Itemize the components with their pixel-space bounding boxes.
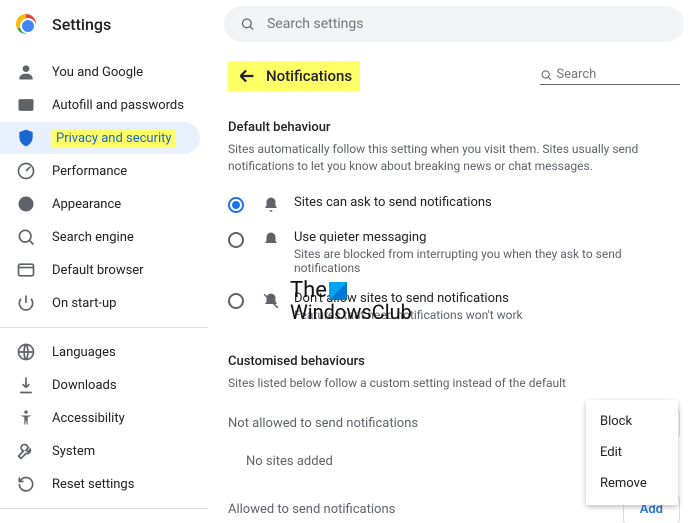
sidebar-item-languages[interactable]: Languages bbox=[0, 336, 200, 368]
wrench-icon bbox=[16, 441, 36, 461]
sidebar-item-startup[interactable]: On start-up bbox=[0, 287, 200, 319]
sidebar-item-you-and-google[interactable]: You and Google bbox=[0, 56, 200, 88]
site-actions-menu: Block Edit Remove bbox=[586, 400, 678, 505]
radio-icon[interactable] bbox=[228, 232, 244, 248]
accessibility-icon bbox=[16, 408, 36, 428]
download-icon bbox=[16, 375, 36, 395]
not-allowed-label: Not allowed to send notifications bbox=[228, 416, 623, 431]
allowed-label: Allowed to send notifications bbox=[228, 502, 623, 517]
menu-remove[interactable]: Remove bbox=[586, 468, 678, 499]
section-heading: Customised behaviours bbox=[228, 354, 680, 369]
performance-icon bbox=[16, 161, 36, 181]
section-desc: Sites automatically follow this setting … bbox=[228, 141, 680, 175]
power-icon bbox=[16, 293, 36, 313]
page-title: Notifications bbox=[266, 67, 352, 85]
radio-option-quieter[interactable]: Use quieter messaging Sites are blocked f… bbox=[228, 222, 680, 283]
bell-icon bbox=[262, 196, 280, 214]
radio-label: Sites can ask to send notifications bbox=[294, 195, 492, 210]
menu-block[interactable]: Block bbox=[586, 406, 678, 437]
sidebar-label: Search engine bbox=[52, 230, 134, 245]
browser-icon bbox=[16, 260, 36, 280]
sidebar: You and Google Autofill and passwords Pr… bbox=[0, 48, 208, 523]
radio-icon[interactable] bbox=[228, 293, 244, 309]
back-button[interactable] bbox=[236, 65, 258, 87]
appearance-icon bbox=[16, 194, 36, 214]
main-content: Notifications Default behaviour Sites au… bbox=[208, 48, 700, 523]
sidebar-label: Appearance bbox=[52, 197, 121, 212]
radio-desc: Sites are blocked from interrupting you … bbox=[294, 247, 680, 275]
sidebar-label: Performance bbox=[52, 164, 127, 179]
settings-search-input[interactable] bbox=[267, 16, 668, 32]
top-search-input[interactable] bbox=[556, 67, 680, 82]
page-header: Notifications bbox=[228, 56, 680, 96]
radio-label: Use quieter messaging bbox=[294, 230, 680, 245]
reset-icon bbox=[16, 474, 36, 494]
sidebar-label: Default browser bbox=[52, 263, 144, 278]
sidebar-label: Privacy and security bbox=[52, 129, 176, 148]
sidebar-label: Reset settings bbox=[52, 477, 134, 492]
settings-title: Settings bbox=[52, 15, 111, 34]
sidebar-separator bbox=[0, 327, 208, 328]
sidebar-item-downloads[interactable]: Downloads bbox=[0, 369, 200, 401]
sidebar-item-accessibility[interactable]: Accessibility bbox=[0, 402, 200, 434]
shield-icon bbox=[16, 128, 36, 148]
section-desc: Sites listed below follow a custom setti… bbox=[228, 375, 680, 392]
search-icon bbox=[240, 16, 255, 32]
chrome-logo-icon bbox=[16, 14, 36, 34]
radio-option-block[interactable]: Don't allow sites to send notifications F… bbox=[228, 283, 680, 330]
sidebar-item-performance[interactable]: Performance bbox=[0, 155, 200, 187]
sidebar-item-search-engine[interactable]: Search engine bbox=[0, 221, 200, 253]
sidebar-label: System bbox=[52, 444, 95, 459]
sidebar-label: On start-up bbox=[52, 296, 116, 311]
sidebar-label: Accessibility bbox=[52, 411, 125, 426]
sidebar-separator bbox=[0, 508, 208, 509]
bell-quiet-icon bbox=[262, 231, 280, 249]
radio-desc: Features that need notifications won't w… bbox=[294, 308, 523, 322]
menu-edit[interactable]: Edit bbox=[586, 437, 678, 468]
radio-option-ask[interactable]: Sites can ask to send notifications bbox=[228, 187, 680, 222]
globe-icon bbox=[16, 342, 36, 362]
sidebar-label: You and Google bbox=[52, 65, 143, 80]
search-engine-icon bbox=[16, 227, 36, 247]
settings-search[interactable] bbox=[224, 6, 684, 42]
top-search[interactable] bbox=[540, 67, 680, 85]
sidebar-label: Autofill and passwords bbox=[52, 98, 184, 113]
person-icon bbox=[16, 62, 36, 82]
sidebar-label: Downloads bbox=[52, 378, 117, 393]
sidebar-item-default-browser[interactable]: Default browser bbox=[0, 254, 200, 286]
radio-icon[interactable] bbox=[228, 197, 244, 213]
bell-off-icon bbox=[262, 292, 280, 310]
sidebar-item-system[interactable]: System bbox=[0, 435, 200, 467]
sidebar-item-autofill[interactable]: Autofill and passwords bbox=[0, 89, 200, 121]
sidebar-item-reset[interactable]: Reset settings bbox=[0, 468, 200, 500]
top-bar: Settings bbox=[0, 0, 700, 48]
sidebar-item-privacy-security[interactable]: Privacy and security bbox=[0, 122, 200, 154]
section-heading: Default behaviour bbox=[228, 120, 680, 135]
sidebar-item-extensions[interactable]: Extensions bbox=[0, 517, 200, 523]
radio-label: Don't allow sites to send notifications bbox=[294, 291, 523, 306]
autofill-icon bbox=[16, 95, 36, 115]
sidebar-item-appearance[interactable]: Appearance bbox=[0, 188, 200, 220]
search-icon bbox=[540, 68, 552, 82]
default-behaviour-section: Default behaviour Sites automatically fo… bbox=[228, 120, 680, 330]
sidebar-label: Languages bbox=[52, 345, 116, 360]
